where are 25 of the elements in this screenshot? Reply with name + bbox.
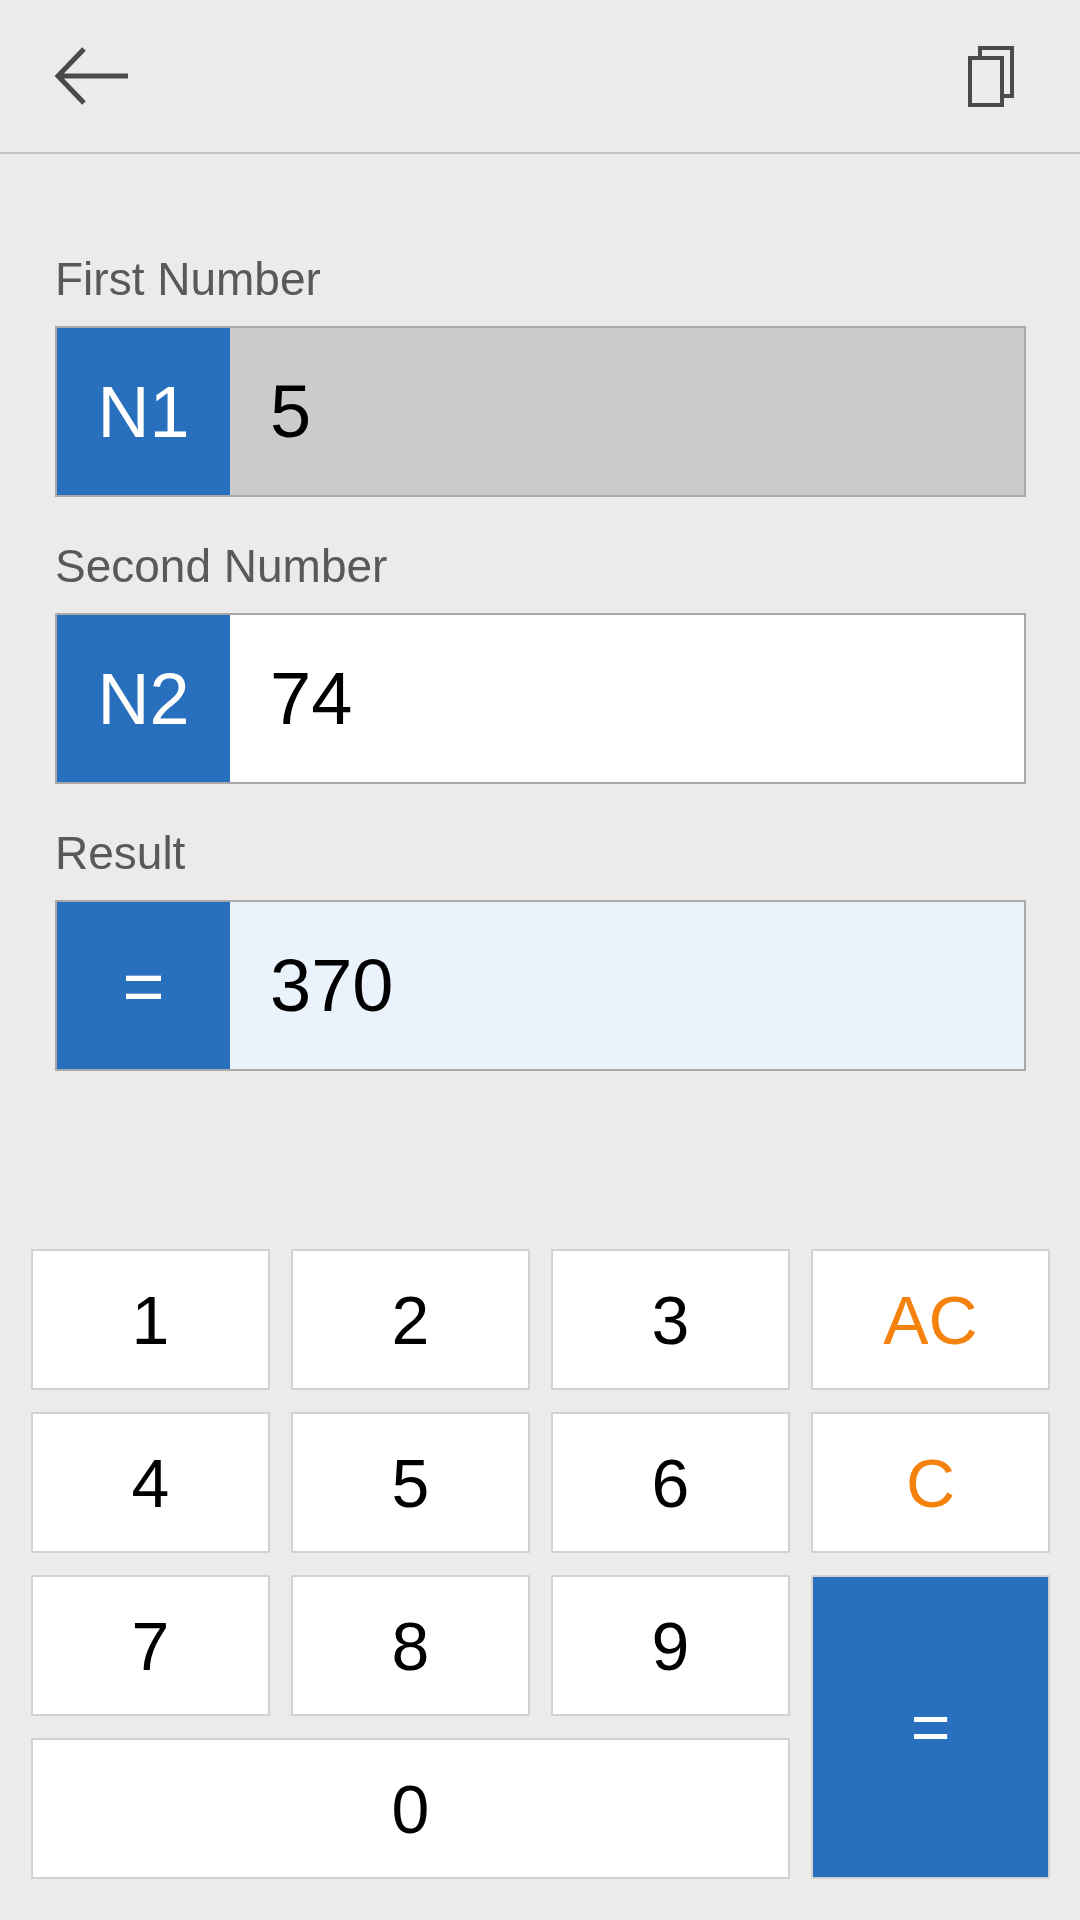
field-value: 74	[270, 661, 353, 736]
back-icon[interactable]	[54, 47, 128, 105]
digit-key[interactable]: 5	[291, 1412, 530, 1553]
field-tag: N1	[57, 328, 230, 495]
result-field[interactable]: = 370	[55, 900, 1026, 1071]
input-field[interactable]: N2 74	[55, 613, 1026, 784]
digit-key[interactable]: 3	[551, 1249, 790, 1390]
field-label: Result	[55, 830, 187, 876]
input-field[interactable]: N1 5	[55, 326, 1026, 497]
field-value: 5	[270, 374, 312, 449]
digit-key[interactable]: 6	[551, 1412, 790, 1553]
digit-key[interactable]: 8	[291, 1575, 530, 1716]
field-value: 370	[270, 948, 394, 1023]
digit-key[interactable]: 0	[31, 1738, 790, 1879]
copy-icon[interactable]	[968, 45, 1014, 107]
field-label: Second Number	[55, 543, 389, 589]
field-tag: N2	[57, 615, 230, 782]
digit-key[interactable]: 2	[291, 1249, 530, 1390]
digit-key[interactable]: 7	[31, 1575, 270, 1716]
digit-key[interactable]: 4	[31, 1412, 270, 1553]
field-tag: =	[57, 902, 230, 1069]
equals-key[interactable]: =	[811, 1575, 1050, 1879]
field-label: First Number	[55, 256, 322, 302]
digit-key[interactable]: 9	[551, 1575, 790, 1716]
digit-key[interactable]: 1	[31, 1249, 270, 1390]
